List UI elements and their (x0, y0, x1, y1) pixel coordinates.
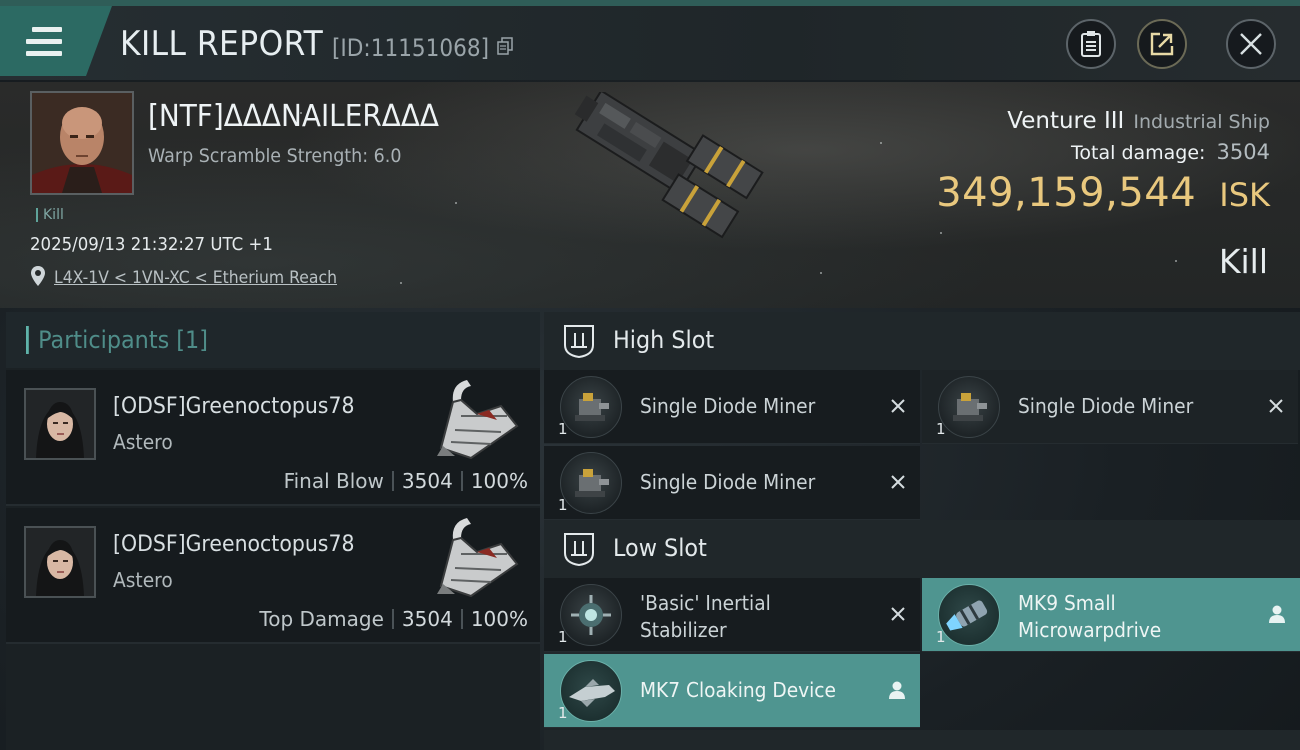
copy-icon[interactable] (497, 37, 514, 55)
menu-icon (26, 27, 62, 57)
astero-ship-image (437, 380, 519, 460)
participant-stats: Final Blow 3504 100% (284, 469, 528, 493)
module-name: MK9 Small Microwarpdrive (1018, 591, 1162, 642)
total-damage-label: Total damage: (1071, 142, 1206, 164)
module-quantity: 1 (558, 496, 568, 514)
victim-ship-class: Industrial Ship (1133, 111, 1270, 133)
page-title: KILL REPORT (120, 24, 324, 64)
module-name: Single Diode Miner (640, 470, 816, 494)
participant-role: Top Damage (259, 607, 384, 631)
inertial-stabilizer-icon (560, 584, 622, 646)
destroyed-x-icon (891, 399, 905, 413)
module-quantity: 1 (558, 420, 568, 438)
low-slot-icon (564, 533, 594, 567)
kill-datetime: 2025/09/13 21:32:27 UTC +1 (30, 234, 273, 255)
module-name: Single Diode Miner (640, 394, 816, 418)
module-quantity: 1 (558, 704, 568, 722)
participant-avatar (24, 388, 96, 460)
location-link[interactable]: L4X-1V < 1VN-XC < Etherium Reach (54, 268, 337, 288)
module-name: MK7 Cloaking Device (640, 678, 836, 702)
clipboard-button[interactable] (1066, 19, 1116, 69)
module-low-2[interactable]: 1 MK9 Small Microwarpdrive (922, 578, 1300, 652)
diode-miner-icon (560, 376, 622, 438)
high-slot-header: High Slot (544, 312, 1300, 370)
participants-panel: Participants [1] [ODSF]Greenoctopus78 As… (6, 312, 540, 750)
module-name: Single Diode Miner (1018, 394, 1194, 418)
module-high-3[interactable]: 1 Single Diode Miner (544, 446, 920, 520)
close-icon (1240, 33, 1262, 55)
module-low-3[interactable]: 1 MK7 Cloaking Device (544, 654, 920, 728)
microwarpdrive-icon (938, 584, 1000, 646)
diode-miner-icon (938, 376, 1000, 438)
victim-portrait[interactable] (30, 91, 134, 195)
participant-name[interactable]: [ODSF]Greenoctopus78 (113, 394, 354, 419)
participant-percent: 100% (470, 607, 528, 631)
participant-ship: Astero (113, 568, 173, 592)
victim-ship-name[interactable]: Venture III (1007, 108, 1124, 134)
participant-ship: Astero (113, 430, 173, 454)
destroyed-x-icon (891, 607, 905, 621)
share-button[interactable] (1137, 19, 1187, 69)
participant-avatar (24, 526, 96, 598)
participant-damage: 3504 (401, 607, 453, 631)
participant-role: Final Blow (283, 469, 384, 493)
participant-row[interactable]: [ODSF]Greenoctopus78 Astero Final Blow 35… (6, 370, 540, 506)
close-button[interactable] (1226, 19, 1276, 69)
low-slot-title: Low Slot (613, 534, 707, 562)
module-high-2[interactable]: 1 Single Diode Miner (922, 370, 1298, 444)
clipboard-icon (1081, 31, 1101, 57)
total-damage-value: 3504 (1216, 140, 1270, 164)
victim-ship-line: Venture III Industrial Ship (1007, 108, 1270, 134)
participants-title: Participants [1] (26, 326, 208, 354)
destroyed-x-icon (1269, 399, 1283, 413)
kill-tag: Kill (36, 208, 64, 222)
victim-name[interactable]: [NTF]ΔΔΔNAILERΔΔΔ (148, 99, 439, 134)
module-quantity: 1 (936, 628, 946, 646)
result-label: Kill (1218, 242, 1268, 281)
isk-value: 349,159,544 (936, 170, 1197, 216)
kill-report-screen: KILL REPORT [ID:11151068] [NTF]ΔΔΔNAILER… (0, 0, 1300, 750)
module-quantity: 1 (936, 420, 946, 438)
participant-damage: 3504 (401, 469, 453, 493)
location-pin-icon (31, 266, 45, 286)
fitting-panel: High Slot 1 Single Diode Miner 1 Single … (544, 312, 1300, 750)
dropped-person-icon (889, 681, 905, 699)
cloaking-device-icon (560, 660, 622, 722)
dropped-person-icon (1269, 605, 1285, 623)
share-icon (1150, 32, 1174, 56)
total-damage-line: Total damage: 3504 (1071, 140, 1270, 164)
module-name: 'Basic' Inertial Stabilizer (640, 591, 771, 642)
venture-ship-image (574, 92, 764, 239)
module-high-1[interactable]: 1 Single Diode Miner (544, 370, 920, 444)
participant-stats: Top Damage 3504 100% (259, 607, 528, 631)
module-low-1[interactable]: 1 'Basic' Inertial Stabilizer (544, 578, 920, 652)
astero-ship-image (437, 518, 519, 598)
destroyed-x-icon (891, 475, 905, 489)
participant-percent: 100% (470, 469, 528, 493)
low-slot-header: Low Slot (544, 520, 1300, 578)
participants-header: Participants [1] (6, 312, 540, 368)
isk-value-line: 349,159,544 ISK (936, 170, 1270, 216)
next-slot-header-partial (544, 730, 1300, 750)
participant-row[interactable]: [ODSF]Greenoctopus78 Astero Top Damage 35… (6, 508, 540, 644)
report-id: [ID:11151068] (332, 34, 490, 62)
isk-unit: ISK (1219, 176, 1270, 214)
victim-summary: [NTF]ΔΔΔNAILERΔΔΔ Warp Scramble Strength… (0, 82, 1300, 308)
module-quantity: 1 (558, 628, 568, 646)
diode-miner-icon (560, 452, 622, 514)
high-slot-title: High Slot (613, 326, 715, 354)
participant-name[interactable]: [ODSF]Greenoctopus78 (113, 532, 354, 557)
high-slot-icon (564, 325, 594, 359)
warp-scramble-strength: Warp Scramble Strength: 6.0 (148, 145, 402, 167)
